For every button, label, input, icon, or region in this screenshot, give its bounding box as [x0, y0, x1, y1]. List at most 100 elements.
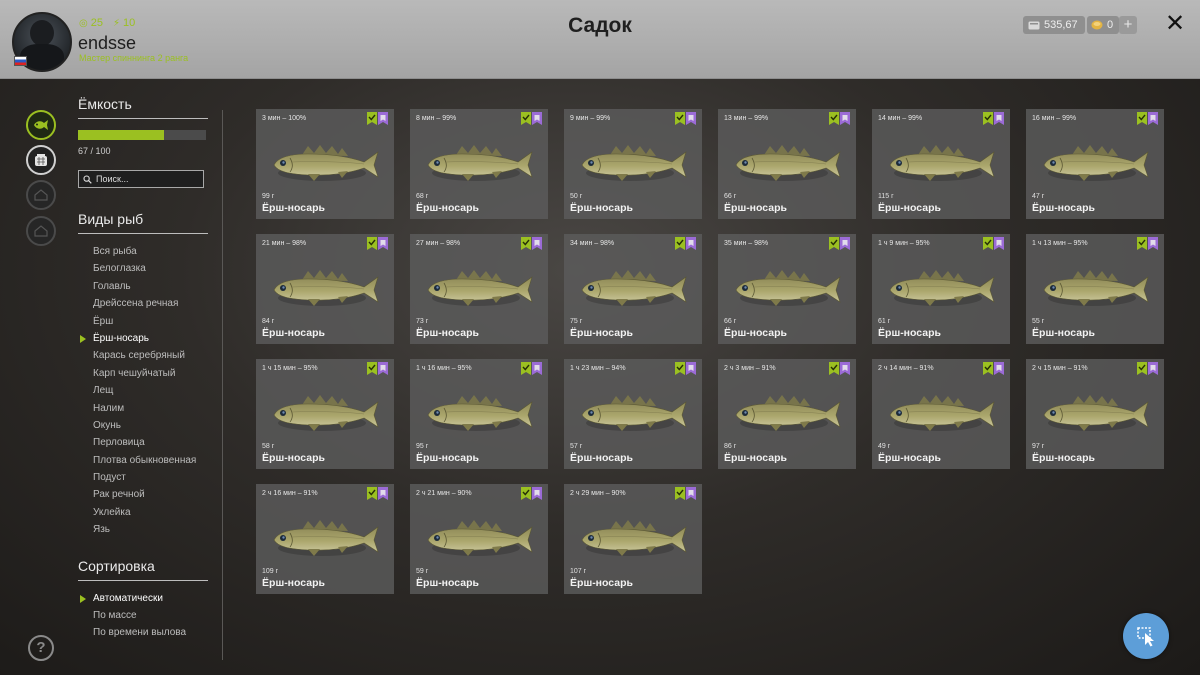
fish-image [730, 393, 844, 435]
check-badge-icon [367, 362, 377, 375]
keepnet-icon[interactable] [26, 145, 56, 175]
species-label: Рак речной [93, 489, 145, 501]
species-item[interactable]: Ёрш-носарь [78, 330, 208, 347]
fish-name: Ёрш-носарь [878, 452, 941, 464]
fish-card[interactable]: 1 ч 15 мин – 95% 58 г Ёрш-носарь [256, 359, 394, 469]
fish-weight: 57 г [570, 443, 583, 450]
species-label: Окунь [93, 419, 121, 431]
fish-card[interactable]: 1 ч 23 мин – 94% 57 г Ёрш-носарь [564, 359, 702, 469]
bookmark-badge-icon [840, 362, 850, 375]
check-badge-icon [367, 237, 377, 250]
house-icon[interactable] [26, 180, 56, 210]
species-item[interactable]: Карась серебряный [78, 347, 208, 364]
fish-card[interactable]: 14 мин – 99% 115 г Ёрш-носарь [872, 109, 1010, 219]
fish-card[interactable]: 16 мин – 99% 47 г Ёрш-носарь [1026, 109, 1164, 219]
fish-card[interactable]: 27 мин – 98% 73 г Ёрш-носарь [410, 234, 548, 344]
species-item[interactable]: Налим [78, 400, 208, 417]
catch-time: 21 мин – 98% [262, 240, 307, 247]
species-item[interactable]: Уклейка [78, 504, 208, 521]
fish-card[interactable]: 13 мин – 99% 66 г Ёрш-носарь [718, 109, 856, 219]
fish-card[interactable]: 3 мин – 100% 99 г Ёрш-носарь [256, 109, 394, 219]
fish-image [422, 143, 536, 185]
fish-card[interactable]: 2 ч 21 мин – 90% 59 г Ёрш-носарь [410, 484, 548, 594]
catch-time: 2 ч 16 мин – 91% [262, 490, 318, 497]
house-icon[interactable] [26, 216, 56, 246]
fish-weight: 86 г [724, 443, 737, 450]
species-item[interactable]: Язь [78, 521, 208, 538]
fish-card[interactable]: 35 мин – 98% 66 г Ёрш-носарь [718, 234, 856, 344]
close-button[interactable]: ✕ [1163, 12, 1187, 36]
bookmark-badge-icon [378, 487, 388, 500]
card-badges [983, 112, 1004, 125]
question-icon[interactable]: ? [28, 635, 54, 661]
player-rank: Мастер спиннинга 2 ранга [79, 53, 189, 63]
fish-weight: 58 г [262, 443, 275, 450]
money-counter[interactable]: 535,67 [1023, 16, 1085, 34]
cursor-mode-button[interactable] [1123, 613, 1169, 659]
page-title: Садок [568, 14, 632, 37]
fish-image [422, 268, 536, 310]
fish-card[interactable]: 8 мин – 99% 68 г Ёрш-носарь [410, 109, 548, 219]
fish-card[interactable]: 2 ч 14 мин – 91% 49 г Ёрш-носарь [872, 359, 1010, 469]
bookmark-badge-icon [840, 112, 850, 125]
card-badges [675, 112, 696, 125]
card-badges [829, 112, 850, 125]
sort-option[interactable]: По времени вылова [78, 624, 208, 641]
fish-card[interactable]: 1 ч 16 мин – 95% 95 г Ёрш-носарь [410, 359, 548, 469]
sort-option[interactable]: По массе [78, 607, 208, 624]
species-item[interactable]: Ёрш [78, 313, 208, 330]
card-badges [521, 112, 542, 125]
bookmark-badge-icon [1148, 362, 1158, 375]
bookmark-badge-icon [532, 362, 542, 375]
fish-name: Ёрш-носарь [570, 452, 633, 464]
species-item[interactable]: Вся рыба [78, 243, 208, 260]
card-badges [367, 237, 388, 250]
fish-card[interactable]: 1 ч 13 мин – 95% 55 г Ёрш-носарь [1026, 234, 1164, 344]
card-badges [675, 237, 696, 250]
fish-card[interactable]: 2 ч 3 мин – 91% 86 г Ёрш-носарь [718, 359, 856, 469]
species-item[interactable]: Рак речной [78, 486, 208, 503]
fish-card[interactable]: 9 мин – 99% 50 г Ёрш-носарь [564, 109, 702, 219]
fish-weight: 84 г [262, 318, 275, 325]
fish-card[interactable]: 34 мин – 98% 75 г Ёрш-носарь [564, 234, 702, 344]
card-badges [521, 362, 542, 375]
species-item[interactable]: Подуст [78, 469, 208, 486]
sidebar-divider [222, 110, 223, 660]
fish-image [268, 143, 382, 185]
species-label: Дрейссена речная [93, 298, 179, 310]
species-label: Карп чешуйчатый [93, 367, 176, 379]
fish-card[interactable]: 2 ч 29 мин – 90% 107 г Ёрш-носарь [564, 484, 702, 594]
search-input[interactable]: Поиск... [78, 170, 204, 188]
species-item[interactable]: Голавль [78, 278, 208, 295]
fish-card[interactable]: 21 мин – 98% 84 г Ёрш-носарь [256, 234, 394, 344]
species-item[interactable]: Карп чешуйчатый [78, 365, 208, 382]
species-label: Язь [93, 524, 111, 536]
species-item[interactable]: Белоглазка [78, 260, 208, 277]
species-item[interactable]: Лещ [78, 382, 208, 399]
fish-card[interactable]: 1 ч 9 мин – 95% 61 г Ёрш-носарь [872, 234, 1010, 344]
top-bar: ◎ 25 ⚡ 10 endsse Мастер спиннинга 2 ранга … [0, 0, 1200, 79]
fish-icon[interactable] [26, 110, 56, 140]
check-badge-icon [521, 237, 531, 250]
sort-option[interactable]: Автоматически [78, 590, 208, 607]
fish-card[interactable]: 2 ч 15 мин – 91% 97 г Ёрш-носарь [1026, 359, 1164, 469]
card-badges [1137, 237, 1158, 250]
bookmark-badge-icon [994, 112, 1004, 125]
species-item[interactable]: Перловица [78, 434, 208, 451]
species-item[interactable]: Дрейссена речная [78, 295, 208, 312]
fish-name: Ёрш-носарь [262, 577, 325, 589]
catch-time: 1 ч 16 мин – 95% [416, 365, 472, 372]
buy-currency-button[interactable]: + [1119, 16, 1137, 34]
species-item[interactable]: Плотва обыкновенная [78, 452, 208, 469]
card-badges [675, 362, 696, 375]
catch-time: 2 ч 14 мин – 91% [878, 365, 934, 372]
capacity-text: 67 / 100 [78, 146, 111, 156]
species-label: Ёрш [93, 315, 114, 327]
gold-icon [1091, 20, 1103, 30]
fish-image [576, 518, 690, 560]
fish-weight: 55 г [1032, 318, 1045, 325]
fish-name: Ёрш-носарь [1032, 202, 1095, 214]
gold-counter[interactable]: 0 [1087, 16, 1120, 34]
species-item[interactable]: Окунь [78, 417, 208, 434]
fish-card[interactable]: 2 ч 16 мин – 91% 109 г Ёрш-носарь [256, 484, 394, 594]
